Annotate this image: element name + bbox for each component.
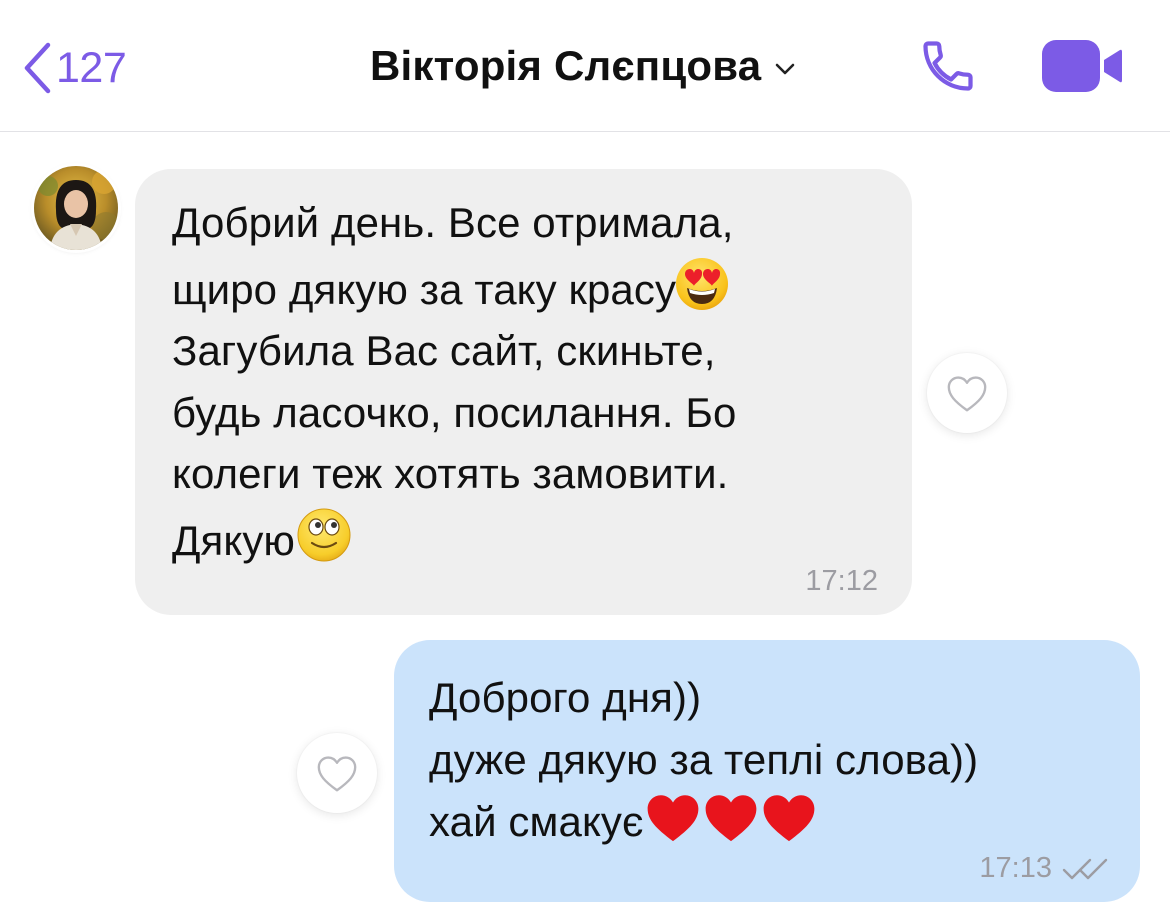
chat-header: 127 Вікторія Слєпцова	[0, 0, 1170, 132]
contact-title-button[interactable]: Вікторія Слєпцова	[370, 38, 795, 94]
message-text: Доброго дня)) дуже дякую за теплі слова)…	[429, 667, 978, 853]
chevron-left-icon	[24, 42, 51, 94]
red-heart-emoji	[763, 795, 814, 842]
double-check-icon	[1062, 858, 1108, 880]
call-button[interactable]	[918, 36, 978, 96]
like-button[interactable]	[297, 733, 377, 813]
message-line: дуже дякую за теплі слова))	[429, 735, 979, 783]
message-line: Доброго дня))	[429, 674, 702, 721]
video-call-button[interactable]	[1040, 38, 1124, 94]
back-button[interactable]: 127	[22, 40, 127, 96]
message-text: Добрий день. Все отримала, щиро дякую за…	[172, 192, 737, 571]
contact-avatar[interactable]	[34, 166, 118, 250]
unread-count: 127	[56, 43, 127, 92]
heart-outline-icon	[947, 376, 987, 412]
like-button[interactable]	[927, 353, 1007, 433]
red-heart-emoji	[647, 795, 698, 842]
heart-eyes-emoji	[676, 257, 729, 310]
message-timestamp: 17:13	[979, 852, 1052, 884]
video-camera-icon	[1042, 40, 1122, 92]
incoming-message-bubble[interactable]: Добрий день. Все отримала, щиро дякую за…	[135, 169, 912, 615]
message-line: Загубила Вас сайт, скиньте,	[172, 327, 716, 374]
phone-icon	[923, 41, 973, 91]
outgoing-message-bubble[interactable]: Доброго дня)) дуже дякую за теплі слова)…	[394, 640, 1140, 902]
message-timestamp: 17:12	[805, 565, 878, 597]
message-line: хай смакує	[429, 790, 978, 853]
message-line-text: щиро дякую за таку красу	[172, 265, 677, 313]
rolling-eyes-smile-emoji	[297, 508, 351, 561]
message-line-text: Дякую	[172, 516, 296, 564]
message-line: будь ласочко, посилання. Бо	[172, 388, 737, 436]
message-line: щиро дякую за таку красу	[172, 254, 737, 321]
chevron-down-icon	[775, 63, 795, 75]
contact-name: Вікторія Слєпцова	[370, 42, 762, 89]
avatar-photo	[34, 166, 118, 250]
red-heart-emoji	[705, 795, 756, 842]
message-line: колеги теж хотять замовити.	[172, 450, 729, 497]
message-line: Добрий день. Все отримала,	[172, 199, 734, 246]
message-line-text: хай смакує	[429, 798, 644, 845]
message-line: Дякую	[172, 505, 737, 572]
heart-outline-icon	[317, 756, 357, 792]
